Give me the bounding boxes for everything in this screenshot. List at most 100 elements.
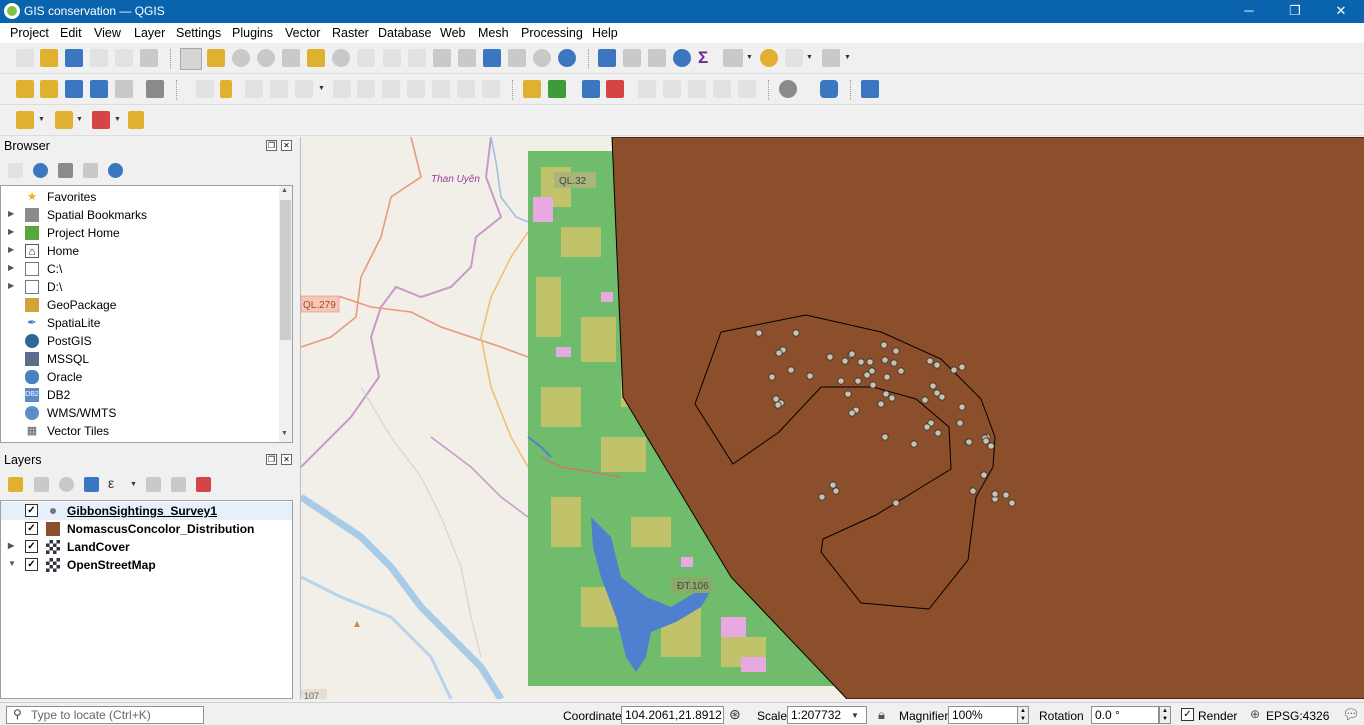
- show-hide-labels-icon[interactable]: [713, 80, 731, 98]
- browser-item-db2[interactable]: DB2 DB2: [1, 386, 279, 404]
- menu-help[interactable]: Help: [592, 26, 618, 40]
- browser-item-spatial-bookmarks[interactable]: ▶ Spatial Bookmarks: [1, 206, 279, 224]
- new-print-layout-icon[interactable]: [90, 49, 108, 67]
- menu-mesh[interactable]: Mesh: [478, 26, 509, 40]
- undo-icon[interactable]: [457, 80, 475, 98]
- menu-edit[interactable]: Edit: [60, 26, 82, 40]
- map-tips-icon[interactable]: [760, 49, 778, 67]
- map-canvas[interactable]: QL.32 Than Uyên QL.279 ĐT.106 107: [300, 137, 1364, 699]
- layer-row-distribution[interactable]: ✓ NomascusConcolor_Distribution: [1, 520, 292, 538]
- close-button[interactable]: ✕: [1318, 0, 1364, 23]
- pan-map-icon[interactable]: [180, 48, 202, 70]
- annotation-icon[interactable]: [785, 49, 803, 67]
- scroll-down-icon[interactable]: ▼: [281, 430, 288, 437]
- browser-item-oracle[interactable]: Oracle: [1, 368, 279, 386]
- menu-vector[interactable]: Vector: [285, 26, 320, 40]
- pin-labels-icon[interactable]: [582, 80, 600, 98]
- zoom-to-layer-icon[interactable]: [332, 49, 350, 67]
- current-edits-icon[interactable]: [196, 80, 214, 98]
- move-label-icon[interactable]: [638, 80, 656, 98]
- layer-visibility-checkbox[interactable]: ✓: [25, 504, 38, 517]
- browser-item-spatialite[interactable]: ✒ SpatiaLite: [1, 314, 279, 332]
- mouse-pointer-icon[interactable]: ⊛: [729, 706, 741, 723]
- scrollbar-thumb[interactable]: [280, 200, 291, 340]
- browser-item-vector-tiles[interactable]: ▦ Vector Tiles: [1, 422, 279, 440]
- select-by-value-icon[interactable]: [55, 111, 73, 129]
- expand-arrow-icon[interactable]: ▶: [8, 281, 14, 290]
- vertex-tool-icon[interactable]: [295, 80, 313, 98]
- layers-tree[interactable]: ✓ GibbonSightings_Survey1 ✓ NomascusConcol…: [0, 500, 293, 699]
- messages-icon[interactable]: 💬︎: [1342, 706, 1360, 723]
- filter-browser-icon[interactable]: [58, 163, 73, 178]
- refresh-icon[interactable]: [558, 49, 576, 67]
- processing-toolbox-icon[interactable]: [673, 49, 691, 67]
- zoom-to-selection-icon[interactable]: [307, 49, 325, 67]
- field-calculator-icon[interactable]: [648, 49, 666, 67]
- collapse-all-icon[interactable]: [83, 163, 98, 178]
- expand-arrow-icon[interactable]: ▶: [8, 263, 14, 272]
- new-map-view-icon[interactable]: [433, 49, 451, 67]
- rotate-label-icon[interactable]: [663, 80, 681, 98]
- highlight-labels-icon[interactable]: [606, 80, 624, 98]
- layer-row-openstreetmap[interactable]: ▼ ✓ OpenStreetMap: [1, 556, 292, 574]
- new-temporary-layer-icon[interactable]: [90, 80, 108, 98]
- close-panel-icon[interactable]: ✕: [281, 454, 292, 465]
- chevron-down-icon[interactable]: ▼: [38, 116, 45, 123]
- manage-visibility-icon[interactable]: [59, 477, 74, 492]
- zoom-last-icon[interactable]: [383, 49, 401, 67]
- collapse-all-layers-icon[interactable]: [171, 477, 186, 492]
- browser-scrollbar[interactable]: ▲ ▼: [279, 186, 292, 442]
- add-virtual-layer-icon[interactable]: [146, 80, 164, 98]
- chevron-down-icon[interactable]: ▼: [851, 711, 859, 720]
- scroll-up-icon[interactable]: ▲: [281, 187, 288, 194]
- expand-all-icon[interactable]: [146, 477, 161, 492]
- text-annotation-icon[interactable]: [822, 49, 840, 67]
- new-project-icon[interactable]: [16, 49, 34, 67]
- chevron-down-icon[interactable]: ▼: [114, 116, 121, 123]
- add-selected-layers-icon[interactable]: [8, 163, 23, 178]
- layer-visibility-checkbox[interactable]: ✓: [25, 558, 38, 571]
- coordinate-field[interactable]: 104.2061,21.8912: [621, 706, 724, 724]
- chevron-down-icon[interactable]: ▼: [844, 54, 851, 61]
- expand-arrow-icon[interactable]: ▶: [8, 541, 14, 550]
- crs-label[interactable]: EPSG:4326: [1266, 709, 1329, 723]
- add-group-icon[interactable]: [34, 477, 49, 492]
- style-layer-icon[interactable]: [8, 477, 23, 492]
- change-label-icon[interactable]: [688, 80, 706, 98]
- float-panel-icon[interactable]: ❐: [266, 140, 277, 151]
- open-attribute-table-icon[interactable]: [623, 49, 641, 67]
- chevron-down-icon[interactable]: ▼: [746, 54, 753, 61]
- magnifier-stepper[interactable]: ▲ ▼: [1017, 706, 1029, 724]
- browser-item-c-drive[interactable]: ▶ C:\: [1, 260, 279, 278]
- minimize-button[interactable]: ─: [1226, 0, 1272, 23]
- layer-row-gibbon-sightings[interactable]: ✓ GibbonSightings_Survey1: [1, 502, 292, 520]
- menu-layer[interactable]: Layer: [134, 26, 165, 40]
- browser-item-project-home[interactable]: ▶ Project Home: [1, 224, 279, 242]
- browser-item-geopackage[interactable]: GeoPackage: [1, 296, 279, 314]
- magnifier-field[interactable]: 100%: [948, 706, 1018, 724]
- float-panel-icon[interactable]: ❐: [266, 454, 277, 465]
- menu-view[interactable]: View: [94, 26, 121, 40]
- layer-visibility-checkbox[interactable]: ✓: [25, 540, 38, 553]
- copy-features-icon[interactable]: [407, 80, 425, 98]
- expand-arrow-icon[interactable]: ▶: [8, 227, 14, 236]
- restore-button[interactable]: ❐: [1272, 0, 1318, 23]
- paste-features-icon[interactable]: [432, 80, 450, 98]
- show-bookmarks-icon[interactable]: [508, 49, 526, 67]
- zoom-next-icon[interactable]: [408, 49, 426, 67]
- remove-layer-icon[interactable]: [196, 477, 211, 492]
- menu-settings[interactable]: Settings: [176, 26, 221, 40]
- zoom-full-icon[interactable]: [282, 49, 300, 67]
- rotation-field[interactable]: 0.0 °: [1091, 706, 1159, 724]
- zoom-native-icon[interactable]: [357, 49, 375, 67]
- refresh-browser-icon[interactable]: [33, 163, 48, 178]
- menu-web[interactable]: Web: [440, 26, 465, 40]
- chevron-down-icon[interactable]: ▼: [806, 54, 813, 61]
- temporal-controller-icon[interactable]: [533, 49, 551, 67]
- new-geopackage-layer-icon[interactable]: [40, 80, 58, 98]
- zoom-in-icon[interactable]: [232, 49, 250, 67]
- new-virtual-layer-icon[interactable]: [115, 80, 133, 98]
- lock-icon[interactable]: 🔒︎: [878, 707, 885, 723]
- label-callout-icon[interactable]: [738, 80, 756, 98]
- measure-line-icon[interactable]: [723, 49, 743, 67]
